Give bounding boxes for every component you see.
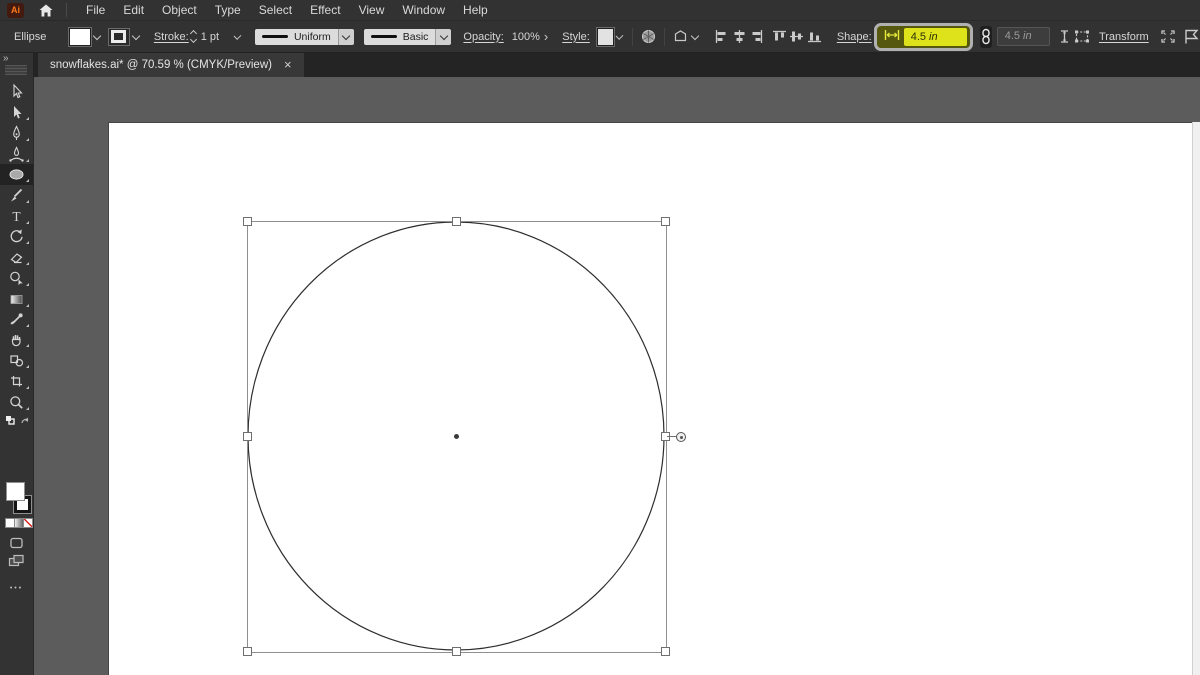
stroke-color-swatch[interactable]	[107, 27, 130, 46]
constrain-proportions-icon[interactable]	[979, 25, 992, 48]
width-profile-dropdown[interactable]: Uniform	[254, 28, 354, 45]
stroke-weight-stepper[interactable]	[189, 29, 197, 44]
document-title: snowflakes.ai* @ 70.59 % (CMYK/Preview)	[50, 58, 272, 71]
app-logo[interactable]: Ai	[7, 2, 24, 18]
profile-preview-line	[261, 35, 288, 38]
document-setup-dropdown-icon[interactable]	[690, 31, 700, 40]
menu-item-view[interactable]: View	[350, 0, 394, 20]
menu-item-file[interactable]: File	[77, 0, 114, 20]
menu-item-help[interactable]: Help	[454, 0, 497, 20]
none-button[interactable]	[23, 518, 33, 528]
edit-toolbar-icon[interactable]: •••	[0, 578, 33, 599]
swap-dimensions-icon[interactable]	[1056, 26, 1073, 48]
style-panel-link[interactable]: Style:	[562, 31, 590, 43]
recolor-artwork-icon[interactable]	[640, 26, 657, 48]
shape-width-highlight: 4.5 in	[873, 22, 973, 51]
control-bar: Ellipse Stroke: 1 pt Uniform Basic Opaci…	[0, 21, 1200, 53]
screen-mode-icon[interactable]	[0, 550, 33, 571]
document-setup-icon[interactable]	[672, 26, 701, 48]
width-icon	[884, 29, 900, 44]
shape-builder-tool[interactable]	[0, 268, 33, 289]
document-tab[interactable]: snowflakes.ai* @ 70.59 % (CMYK/Preview) …	[38, 52, 304, 77]
align-vertical-center-icon[interactable]	[788, 26, 805, 48]
menu-item-select[interactable]: Select	[250, 0, 301, 20]
brush-value: Basic	[402, 30, 429, 43]
artboard-tool[interactable]	[0, 371, 33, 392]
zoom-tool[interactable]	[0, 392, 33, 413]
style-dropdown-icon[interactable]	[616, 31, 624, 40]
transform-panel-link[interactable]: Transform	[1099, 31, 1149, 43]
handle-middle-left[interactable]	[243, 432, 252, 441]
handle-top-right[interactable]	[661, 217, 670, 226]
home-icon[interactable]	[38, 2, 54, 18]
handle-bottom-center[interactable]	[452, 647, 461, 656]
menu-item-edit[interactable]: Edit	[114, 0, 153, 20]
bounding-box-icon[interactable]	[1073, 26, 1091, 48]
share-flag-icon[interactable]	[1183, 26, 1200, 48]
fill-indicator[interactable]	[6, 482, 25, 501]
stroke-dropdown-icon[interactable]	[131, 31, 141, 40]
opacity-panel-link[interactable]: Opacity:	[463, 31, 503, 43]
rotate-tool[interactable]	[0, 226, 33, 247]
default-fill-stroke-swap-row	[0, 414, 33, 428]
align-to-selection-icon[interactable]	[1159, 26, 1177, 48]
opacity-more-icon[interactable]: ›	[544, 29, 548, 44]
align-left-icon[interactable]	[713, 26, 730, 48]
menu-item-effect[interactable]: Effect	[301, 0, 349, 20]
shape-center-point[interactable]	[454, 434, 459, 439]
align-top-icon[interactable]	[771, 26, 788, 48]
stroke-weight-dropdown-icon[interactable]	[233, 31, 242, 40]
eyedropper-tool[interactable]	[0, 309, 33, 330]
pen-tool[interactable]	[0, 123, 33, 144]
opacity-value[interactable]: 100%	[512, 31, 540, 43]
direct-selection-tool[interactable]	[0, 102, 33, 123]
shape-height-input[interactable]: 4.5 in	[996, 27, 1050, 46]
brush-dropdown-icon[interactable]	[435, 28, 452, 45]
type-tool-glyph: T	[12, 209, 21, 224]
align-bottom-icon[interactable]	[806, 26, 823, 48]
stroke-panel-link[interactable]: Stroke:	[154, 31, 189, 43]
fill-color-swatch[interactable]	[67, 26, 92, 47]
stroke-weight-value[interactable]: 1 pt	[201, 31, 219, 43]
hand-tool[interactable]	[0, 329, 33, 350]
handle-bottom-right[interactable]	[661, 647, 670, 656]
eraser-tool[interactable]	[0, 247, 33, 268]
type-tool[interactable]: T	[0, 206, 33, 227]
selection-tool[interactable]	[0, 81, 33, 102]
menu-item-object[interactable]: Object	[153, 0, 206, 20]
panel-grip-handle[interactable]	[5, 65, 27, 75]
style-swatch[interactable]	[595, 26, 616, 47]
brush-preview-line	[370, 35, 397, 38]
menu-separator	[66, 3, 67, 17]
shape-panel-link[interactable]: Shape:	[837, 31, 872, 43]
curvature-tool[interactable]	[0, 144, 33, 165]
ellipse-tool[interactable]	[0, 164, 33, 185]
tab-close-icon[interactable]: ×	[284, 58, 292, 71]
menu-item-type[interactable]: Type	[206, 0, 250, 20]
align-right-icon[interactable]	[748, 26, 765, 48]
menu-bar: Ai File Edit Object Type Select Effect V…	[0, 0, 1200, 21]
align-horizontal-center-icon[interactable]	[731, 26, 748, 48]
panel-collapse-icon[interactable]: »	[3, 53, 8, 64]
menu-item-window[interactable]: Window	[393, 0, 454, 20]
control-separator	[664, 27, 666, 46]
paintbrush-tool[interactable]	[0, 185, 33, 206]
tools-panel: » T •••	[0, 52, 34, 675]
active-tool-label: Ellipse	[14, 30, 47, 43]
brush-dropdown[interactable]: Basic	[363, 28, 452, 45]
handle-top-left[interactable]	[243, 217, 252, 226]
handle-top-center[interactable]	[452, 217, 461, 226]
profile-value: Uniform	[293, 30, 331, 43]
profile-dropdown-icon[interactable]	[337, 28, 354, 45]
fill-dropdown-icon[interactable]	[92, 31, 102, 40]
artboard-right-edge	[1192, 122, 1200, 675]
handle-bottom-left[interactable]	[243, 647, 252, 656]
symbols-tool[interactable]	[0, 350, 33, 371]
shape-width-input[interactable]: 4.5 in	[903, 27, 967, 46]
gradient-tool[interactable]	[0, 289, 33, 310]
illustrator-window: Ai File Edit Object Type Select Effect V…	[0, 0, 1200, 675]
side-handle-widget[interactable]	[676, 432, 686, 442]
document-tab-bar: snowflakes.ai* @ 70.59 % (CMYK/Preview) …	[33, 52, 1200, 77]
control-separator	[632, 27, 634, 46]
